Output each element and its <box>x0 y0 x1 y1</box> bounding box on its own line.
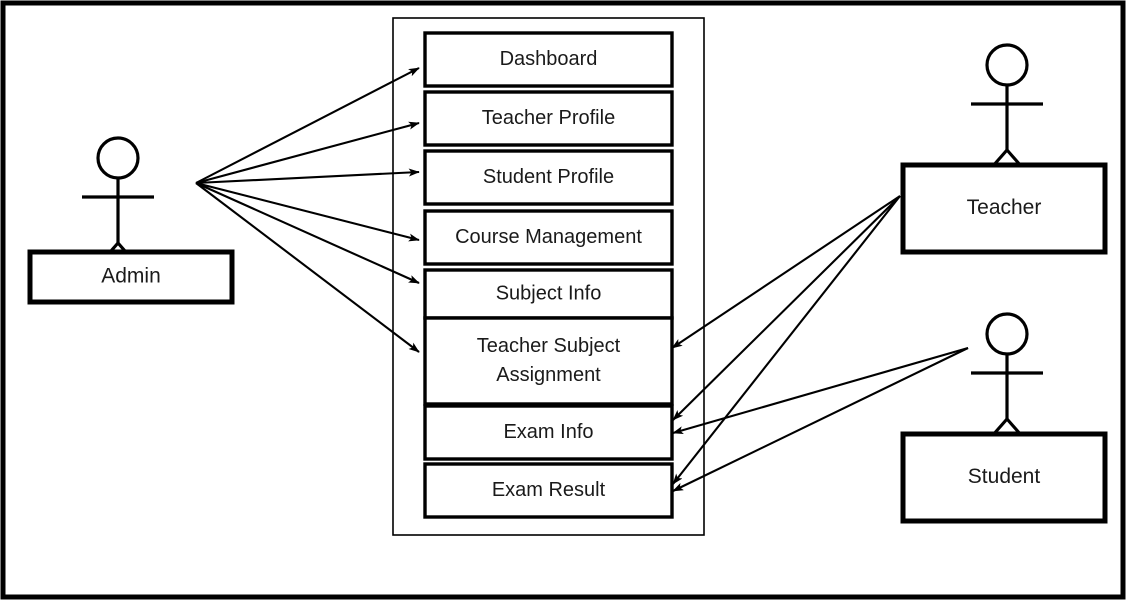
stick-figure-head-icon <box>985 312 1029 356</box>
use-case-label: Student Profile <box>483 166 614 188</box>
stick-figure-head-icon <box>96 136 140 180</box>
use-case-subject-info[interactable]: Subject Info <box>423 268 674 320</box>
use-case-teacher-subject-assignment[interactable]: Teacher Subject Assignment <box>423 316 674 406</box>
actor-label: Teacher <box>967 196 1042 219</box>
use-case-label: Teacher Profile <box>482 107 615 129</box>
use-case-label: Teacher Subject <box>477 335 621 357</box>
use-case-exam-info[interactable]: Exam Info <box>423 404 674 461</box>
use-case-diagram-canvas: Dashboard Teacher Profile Student Profile C… <box>0 0 1130 606</box>
use-case-teacher-profile[interactable]: Teacher Profile <box>423 90 674 147</box>
use-case-course-management[interactable]: Course Management <box>423 209 674 266</box>
use-case-dashboard[interactable]: Dashboard <box>423 31 674 88</box>
use-case-boxes: Dashboard Teacher Profile Student Profile C… <box>423 31 674 519</box>
stick-figure-head-icon <box>985 43 1029 87</box>
use-case-label: Subject Info <box>496 282 602 304</box>
use-case-label: Exam Result <box>492 479 606 501</box>
actor-label: Admin <box>101 265 161 288</box>
use-case-student-profile[interactable]: Student Profile <box>423 149 674 206</box>
use-case-exam-result[interactable]: Exam Result <box>423 462 674 519</box>
use-case-label: Assignment <box>496 364 601 386</box>
use-case-box[interactable] <box>423 316 674 406</box>
actor-label: Student <box>968 465 1041 488</box>
use-case-label: Course Management <box>455 226 642 248</box>
diagram-svg: Dashboard Teacher Profile Student Profile C… <box>0 0 1126 600</box>
use-case-label: Exam Info <box>503 421 593 443</box>
use-case-label: Dashboard <box>500 48 598 70</box>
